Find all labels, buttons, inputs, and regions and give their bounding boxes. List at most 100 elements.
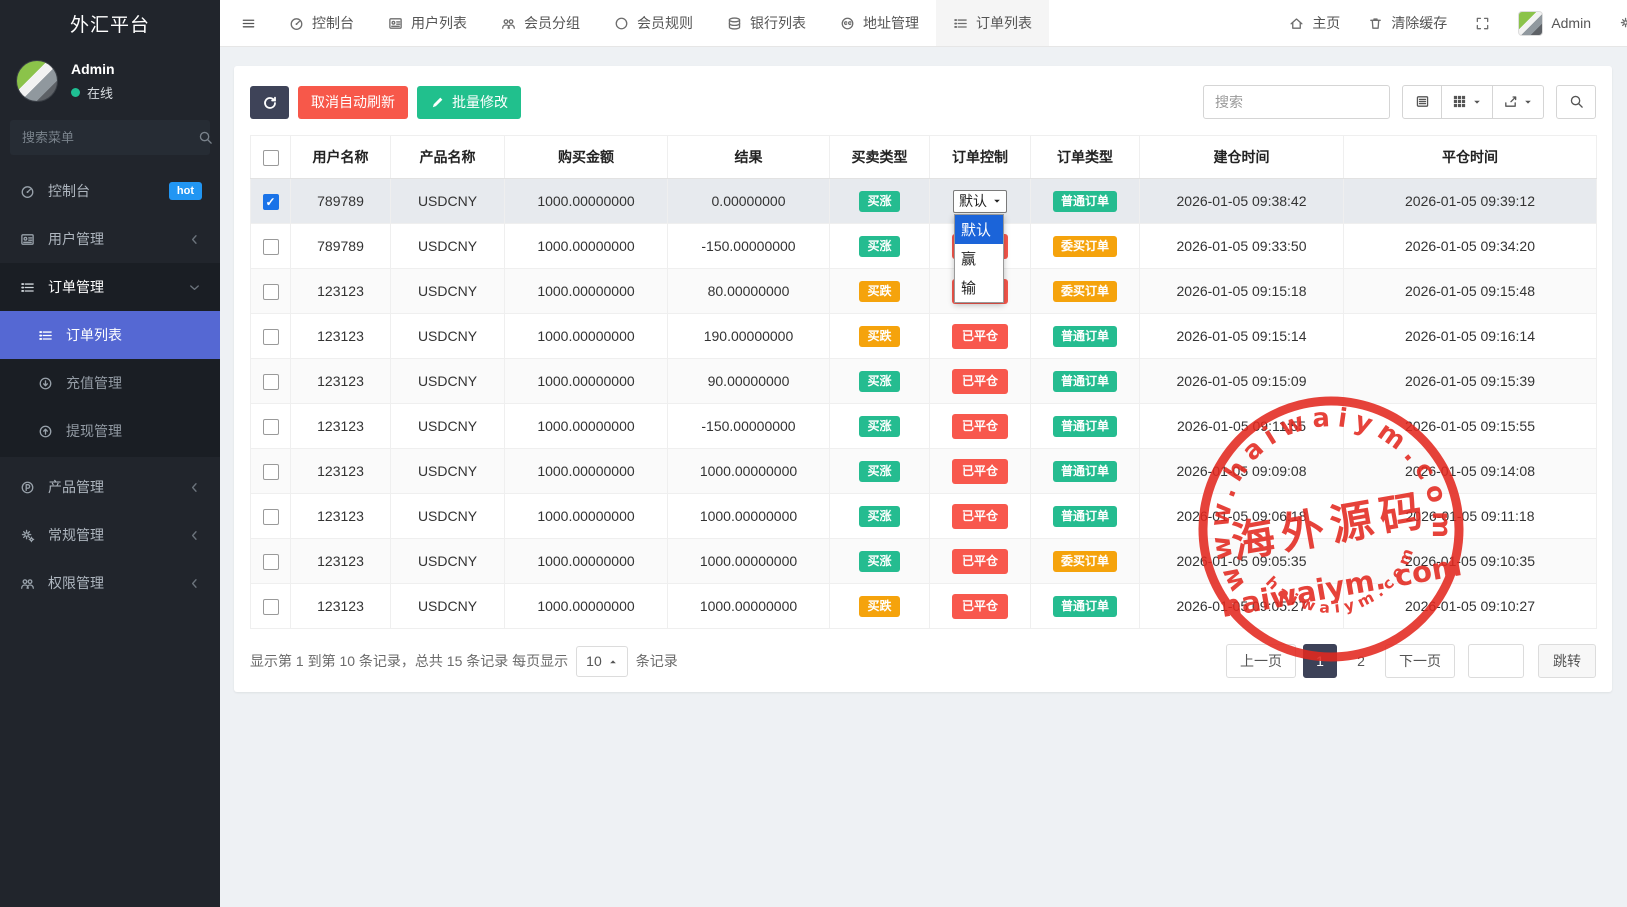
table-toolbar: 取消自动刷新 批量修改 <box>234 66 1612 135</box>
row-checkbox[interactable]: ✓ <box>263 194 279 210</box>
topnav-item-6[interactable]: 地址管理 <box>823 0 936 46</box>
cell-order-type: 委买订单 <box>1031 539 1140 584</box>
cell-user: 789789 <box>291 224 391 269</box>
row-checkbox[interactable] <box>263 464 279 480</box>
home-button[interactable]: 主页 <box>1275 13 1354 33</box>
fullscreen-button[interactable] <box>1461 15 1504 32</box>
avatar[interactable] <box>16 60 58 102</box>
sidebar-item-7[interactable]: 产品管理 <box>0 463 220 511</box>
jump-button[interactable]: 跳转 <box>1538 644 1596 678</box>
topbar: 控制台用户列表会员分组会员规则银行列表地址管理订单列表 主页 清除缓存 Admi… <box>220 0 1627 47</box>
sidebar-item-label: 用户管理 <box>48 229 104 249</box>
cell-user: 789789 <box>291 179 391 224</box>
search-button[interactable] <box>1556 85 1596 119</box>
row-checkbox[interactable] <box>263 599 279 615</box>
page-size-dropdown[interactable]: 10 <box>576 646 628 677</box>
table-search-input[interactable] <box>1203 85 1390 119</box>
admin-menu[interactable]: Admin <box>1504 11 1605 36</box>
sidebar-item-4[interactable]: 订单列表 <box>0 311 220 359</box>
select-option[interactable]: 赢 <box>955 244 1003 273</box>
status-badge: 买涨 <box>859 236 899 257</box>
cell-buy-type: 买跌 <box>830 269 930 314</box>
prev-page-button[interactable]: 上一页 <box>1226 644 1296 678</box>
cancel-auto-refresh-button[interactable]: 取消自动刷新 <box>298 86 408 119</box>
order-control-select[interactable]: 默认 默认赢输 <box>953 190 1007 213</box>
column-header: 订单控制 <box>930 136 1031 179</box>
refresh-button[interactable] <box>250 86 289 119</box>
cell-product: USDCNY <box>391 359 505 404</box>
search-icon[interactable] <box>198 129 213 147</box>
status-badge: 普通订单 <box>1053 416 1117 437</box>
export-button[interactable] <box>1493 85 1544 119</box>
status-badge: 普通订单 <box>1053 191 1117 212</box>
caret-up-icon <box>608 653 618 669</box>
chevron-left-icon <box>187 231 202 248</box>
status-badge: 买跌 <box>859 281 899 302</box>
cell-product: USDCNY <box>391 269 505 314</box>
row-checkbox[interactable] <box>263 554 279 570</box>
home-icon <box>1289 15 1304 32</box>
next-page-button[interactable]: 下一页 <box>1385 644 1455 678</box>
table-footer: 显示第 1 到第 10 条记录，总共 15 条记录 每页显示 10 条记录 上一… <box>250 644 1596 678</box>
card-view-button[interactable] <box>1402 85 1442 119</box>
sidebar-item-2[interactable]: 用户管理 <box>0 215 220 263</box>
topnav-item-5[interactable]: 银行列表 <box>710 0 823 46</box>
topnav-item-3[interactable]: 会员分组 <box>484 0 597 46</box>
sidebar-item-1[interactable]: 控制台hot <box>0 167 220 215</box>
column-header: 买卖类型 <box>830 136 930 179</box>
home-label: 主页 <box>1312 13 1340 33</box>
clear-cache-button[interactable]: 清除缓存 <box>1354 13 1461 33</box>
sidebar-item-3[interactable]: 订单管理 <box>0 263 220 311</box>
cell-close-time: 2026-01-05 09:15:48 <box>1344 269 1597 314</box>
sidebar-item-8[interactable]: 常规管理 <box>0 511 220 559</box>
sidebar-item-6[interactable]: 提现管理 <box>0 407 220 455</box>
select-option[interactable]: 输 <box>955 273 1003 302</box>
cell-product: USDCNY <box>391 404 505 449</box>
jump-page-input[interactable] <box>1468 644 1524 678</box>
row-checkbox[interactable] <box>263 374 279 390</box>
menu-search-input[interactable] <box>22 130 198 145</box>
table-row: 123123USDCNY1000.00000000190.00000000买跌已… <box>251 314 1597 359</box>
column-header: 订单类型 <box>1031 136 1140 179</box>
row-checkbox[interactable] <box>263 419 279 435</box>
cell-user: 123123 <box>291 584 391 629</box>
cell-amount: 1000.00000000 <box>505 269 668 314</box>
cancel-auto-refresh-label: 取消自动刷新 <box>311 92 395 112</box>
topnav-item-1[interactable]: 控制台 <box>272 0 371 46</box>
status-badge: 普通订单 <box>1053 326 1117 347</box>
status-badge: 已平仓 <box>952 459 1008 484</box>
table-header-row: 用户名称产品名称购买金额结果买卖类型订单控制订单类型建仓时间平仓时间 <box>251 136 1597 179</box>
sidebar-item-5[interactable]: 充值管理 <box>0 359 220 407</box>
sidebar-item-9[interactable]: 权限管理 <box>0 559 220 607</box>
batch-edit-button[interactable]: 批量修改 <box>417 86 521 119</box>
row-checkbox[interactable] <box>263 284 279 300</box>
list-icon <box>36 328 54 343</box>
topnav-item-4[interactable]: 会员规则 <box>597 0 710 46</box>
select-option[interactable]: 默认 <box>955 215 1003 244</box>
status-badge: 买涨 <box>859 551 899 572</box>
select-all-checkbox[interactable] <box>263 150 279 166</box>
topnav-item-7[interactable]: 订单列表 <box>936 0 1049 46</box>
page-button-2[interactable]: 2 <box>1344 644 1378 678</box>
table-body: ✓789789USDCNY1000.000000000.00000000买涨 默… <box>251 179 1597 629</box>
cell-buy-type: 买涨 <box>830 539 930 584</box>
page-button-1[interactable]: 1 <box>1303 644 1337 678</box>
cell-buy-type: 买涨 <box>830 404 930 449</box>
row-checkbox[interactable] <box>263 509 279 525</box>
row-checkbox[interactable] <box>263 239 279 255</box>
cell-user: 123123 <box>291 539 391 584</box>
cell-buy-type: 买涨 <box>830 359 930 404</box>
cell-amount: 1000.00000000 <box>505 179 668 224</box>
status-badge: 已平仓 <box>952 504 1008 529</box>
hamburger-menu-icon[interactable] <box>220 0 272 46</box>
row-checkbox[interactable] <box>263 329 279 345</box>
orders-table-wrap: 用户名称产品名称购买金额结果买卖类型订单控制订单类型建仓时间平仓时间 ✓ 7897… <box>250 135 1596 629</box>
topnav-item-2[interactable]: 用户列表 <box>371 0 484 46</box>
status-badge: 普通订单 <box>1053 506 1117 527</box>
cell-order-type: 普通订单 <box>1031 404 1140 449</box>
settings-button[interactable] <box>1605 15 1627 32</box>
status-badge: 委买订单 <box>1053 551 1117 572</box>
cell-order-type: 普通订单 <box>1031 179 1140 224</box>
dashboard-icon <box>18 184 36 199</box>
columns-button[interactable] <box>1442 85 1493 119</box>
